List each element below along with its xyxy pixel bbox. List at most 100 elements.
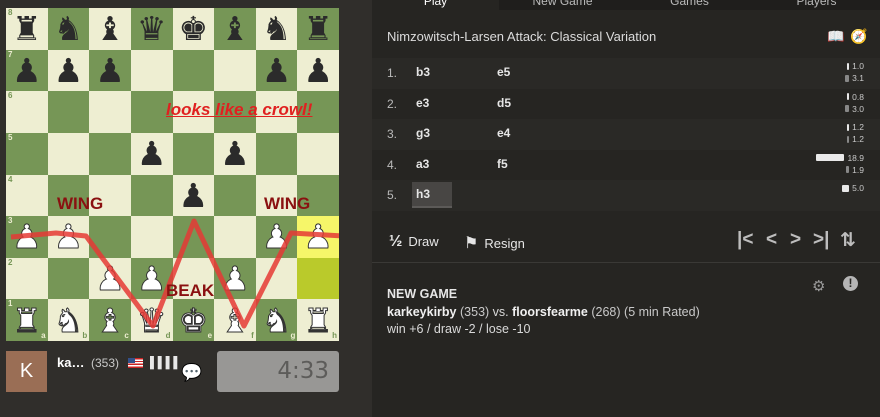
square-g3[interactable]: ♟ [255,216,298,258]
square-h4[interactable] [297,174,339,217]
square-e1[interactable]: e ♚ [172,299,215,341]
black-player-name[interactable]: floorsfearme [512,305,588,319]
square-g2[interactable] [255,257,298,300]
white-pawn-icon[interactable]: ♟ [12,220,43,254]
white-bishop-icon[interactable]: ♝ [95,303,126,337]
square-h1[interactable]: h ♜ [297,299,339,341]
square-b7[interactable]: ♟ [47,49,90,92]
black-king-icon[interactable]: ♚ [179,12,209,45]
black-pawn-icon[interactable]: ♟ [262,54,292,87]
square-g1[interactable]: g ♞ [255,299,298,341]
square-h6[interactable] [297,91,339,133]
square-b2[interactable] [47,257,90,300]
tab-players[interactable]: Players [753,0,880,10]
square-d8[interactable]: ♛ [130,8,173,50]
black-knight-icon[interactable]: ♞ [54,12,84,45]
chess-board[interactable]: 8 ♜ ♞ ♝ ♛ ♚ ♝ ♞ ♜ 7 ♟ ♟ ♟ ♟ ♟ 6 5 ♟ ♟ 4 ♟ 3 ♟ ♟ ♟ ♟ 2 ♟ ♟ ♟ 1 a ♜ b ♞ c ♝ d ♛ e… [6,8,339,341]
square-e2[interactable] [172,257,215,300]
white-pawn-icon[interactable]: ♟ [95,262,126,296]
book-icon[interactable]: 📖 [827,28,844,45]
square-d5[interactable]: ♟ [130,132,173,175]
square-b1[interactable]: b ♞ [47,299,90,341]
white-rook-icon[interactable]: ♜ [303,303,334,337]
black-move[interactable]: e5 [497,65,510,79]
square-f7[interactable] [214,49,256,92]
square-f1[interactable]: f ♝ [214,299,256,341]
white-rook-icon[interactable]: ♜ [12,303,43,337]
black-rook-icon[interactable]: ♜ [303,12,333,45]
square-c1[interactable]: c ♝ [89,299,131,341]
black-knight-icon[interactable]: ♞ [262,12,292,45]
square-b5[interactable] [47,132,90,175]
black-pawn-icon[interactable]: ♟ [12,54,42,87]
black-pawn-icon[interactable]: ♟ [54,54,84,87]
white-move[interactable]: e3 [416,96,429,110]
square-a2[interactable]: 2 [6,257,48,300]
square-c7[interactable]: ♟ [89,49,131,92]
black-pawn-icon[interactable]: ♟ [303,54,333,87]
square-e4[interactable]: ♟ [172,174,215,217]
flip-board-icon[interactable]: ⇅ [840,229,856,252]
white-bishop-icon[interactable]: ♝ [220,303,251,337]
square-f5[interactable]: ♟ [214,132,256,175]
avatar[interactable]: K [6,351,47,392]
square-g6[interactable] [255,91,298,133]
square-c8[interactable]: ♝ [89,8,131,50]
alert-icon[interactable]: ! [843,276,858,291]
square-e7[interactable] [172,49,215,92]
white-king-icon[interactable]: ♚ [178,303,209,337]
square-e8[interactable]: ♚ [172,8,215,50]
black-pawn-icon[interactable]: ♟ [137,137,167,170]
square-h3[interactable]: ♟ [297,216,339,258]
black-move[interactable]: d5 [497,96,511,110]
square-d4[interactable] [130,174,173,217]
square-a8[interactable]: 8 ♜ [6,8,48,50]
square-h7[interactable]: ♟ [297,49,339,92]
square-e3[interactable] [172,216,215,258]
chat-icon[interactable]: 💬 [181,363,202,383]
tab-new-game[interactable]: New Game [499,0,626,10]
white-knight-icon[interactable]: ♞ [53,303,84,337]
square-a5[interactable]: 5 [6,132,48,175]
square-f3[interactable] [214,216,256,258]
white-move[interactable]: h3 [412,182,453,208]
square-h5[interactable] [297,132,339,175]
square-a3[interactable]: 3 ♟ [6,216,48,258]
compass-icon[interactable]: 🧭 [850,28,867,45]
white-move[interactable]: b3 [416,65,430,79]
square-f4[interactable] [214,174,256,217]
square-a4[interactable]: 4 [6,174,48,217]
square-h8[interactable]: ♜ [297,8,339,50]
square-e5[interactable] [172,132,215,175]
white-knight-icon[interactable]: ♞ [261,303,292,337]
tab-play[interactable]: Play [372,0,499,10]
tab-games[interactable]: Games [626,0,753,10]
square-f6[interactable] [214,91,256,133]
square-b3[interactable]: ♟ [47,216,90,258]
square-c4[interactable] [89,174,131,217]
white-pawn-icon[interactable]: ♟ [261,220,292,254]
white-pawn-icon[interactable]: ♟ [136,262,167,296]
next-move-icon[interactable]: > [790,229,801,251]
square-a1[interactable]: 1 a ♜ [6,299,48,341]
black-bishop-icon[interactable]: ♝ [220,12,250,45]
square-d2[interactable]: ♟ [130,257,173,300]
previous-move-icon[interactable]: < [766,229,777,251]
square-d1[interactable]: d ♛ [130,299,173,341]
white-pawn-icon[interactable]: ♟ [220,262,251,296]
square-g8[interactable]: ♞ [255,8,298,50]
black-pawn-icon[interactable]: ♟ [179,179,209,212]
square-c5[interactable] [89,132,131,175]
resign-button[interactable]: ⚑ Resign [464,233,525,253]
black-pawn-icon[interactable]: ♟ [95,54,125,87]
square-a7[interactable]: 7 ♟ [6,49,48,92]
opening-name[interactable]: Nimzowitsch-Larsen Attack: Classical Var… [387,29,656,44]
white-queen-icon[interactable]: ♛ [136,303,167,337]
square-a6[interactable]: 6 [6,91,48,133]
white-player-name[interactable]: karkeykirby [387,305,457,319]
black-pawn-icon[interactable]: ♟ [220,137,250,170]
square-g4[interactable] [255,174,298,217]
last-move-icon[interactable]: >| [813,229,829,251]
square-c2[interactable]: ♟ [89,257,131,300]
square-c3[interactable] [89,216,131,258]
